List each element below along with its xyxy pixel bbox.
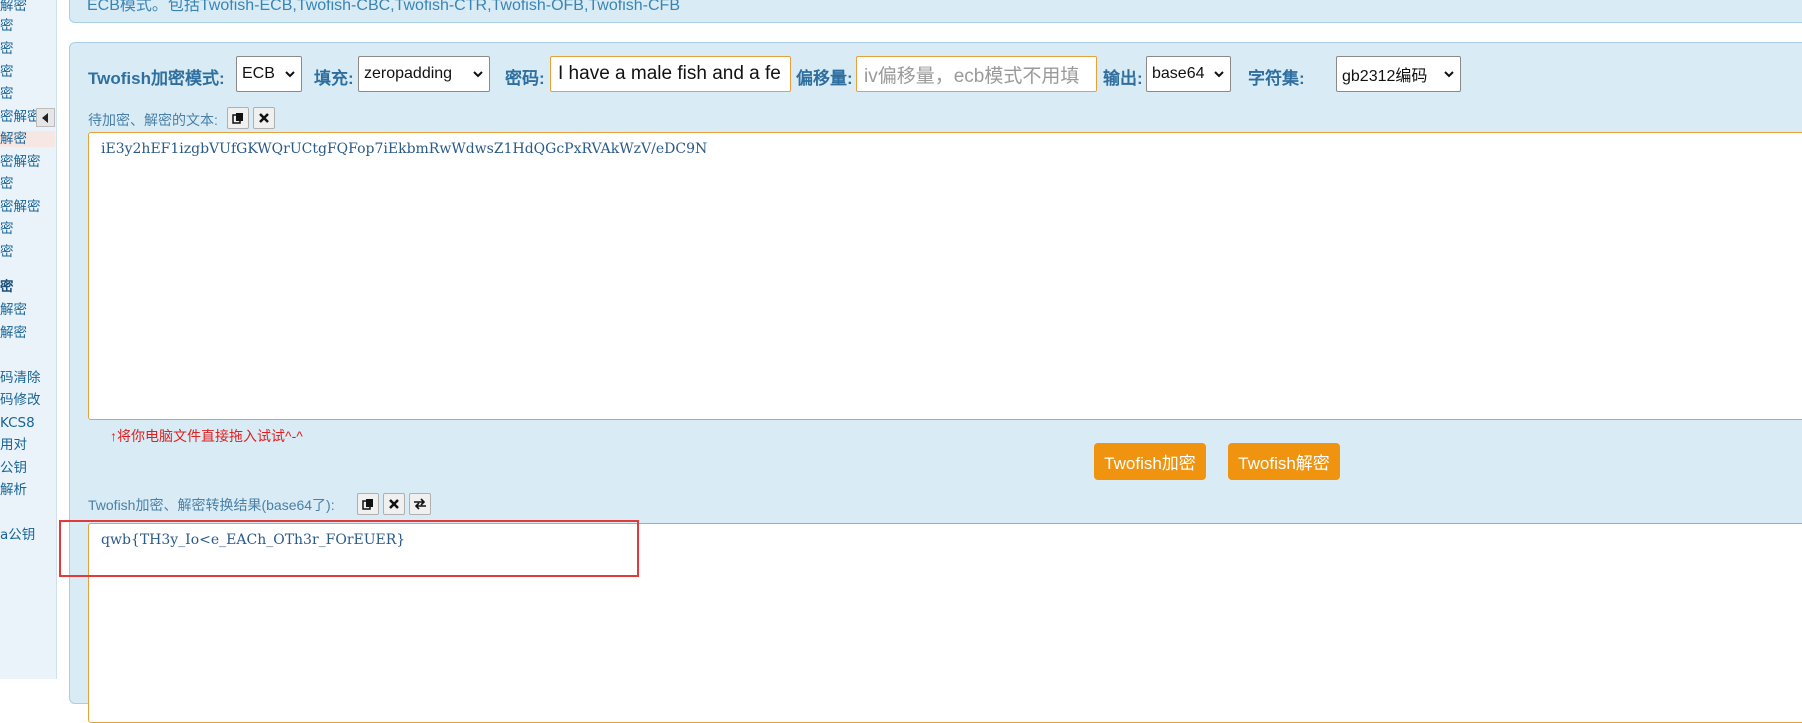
input-text-label: 待加密、解密的文本:	[88, 112, 218, 128]
password-input[interactable]: I have a male fish and a fe	[550, 56, 791, 92]
drag-file-hint: ↑将你电脑文件直接拖入试试^-^	[110, 428, 303, 444]
sidebar-item[interactable]: 码修改	[0, 392, 41, 408]
sidebar-item[interactable]: 密	[0, 18, 14, 34]
sidebar-item[interactable]: 解密	[0, 325, 27, 341]
output-select[interactable]: base64	[1146, 56, 1231, 92]
description-text: ECB模式。包括Twofish-ECB,Twofish-CBC,Twofish-…	[87, 0, 680, 14]
sidebar-collapse-button[interactable]	[36, 108, 55, 127]
password-label: 密码:	[505, 69, 545, 88]
sidebar-section-heading[interactable]: 密	[0, 279, 14, 295]
sidebar-item[interactable]: 密	[0, 221, 14, 237]
swap-button[interactable]	[409, 493, 431, 515]
sidebar-item[interactable]: 公钥	[0, 460, 27, 476]
sidebar-item[interactable]: 用对	[0, 437, 27, 453]
sidebar-item[interactable]: 密解密	[0, 109, 41, 125]
description-panel: ECB模式。包括Twofish-ECB,Twofish-CBC,Twofish-…	[69, 0, 1802, 23]
sidebar-item-active[interactable]: 解密	[0, 131, 55, 147]
close-icon	[259, 113, 269, 123]
sidebar-item[interactable]: 解密	[0, 302, 27, 318]
padding-label: 填充:	[314, 69, 354, 88]
chevron-down-icon	[1444, 71, 1454, 78]
encrypt-button[interactable]: Twofish加密	[1094, 443, 1206, 480]
output-label: 输出:	[1103, 69, 1143, 88]
copy-input-button[interactable]	[227, 107, 249, 129]
decrypt-button[interactable]: Twofish解密	[1228, 443, 1340, 480]
output-select-value: base64	[1152, 65, 1205, 82]
sidebar-item[interactable]: 解密	[0, 0, 27, 14]
charset-select[interactable]: gb2312编码	[1336, 56, 1461, 92]
copy-output-button[interactable]	[357, 493, 379, 515]
sidebar-item[interactable]: 解析	[0, 482, 27, 498]
twofish-panel: Twofish加密模式: ECB 填充: zeropadding 密码: I h…	[69, 42, 1802, 723]
chevron-down-icon	[285, 71, 295, 78]
sidebar-item[interactable]: a公钥	[0, 527, 35, 543]
mode-label: Twofish加密模式:	[88, 69, 225, 88]
sidebar-item[interactable]: 密	[0, 64, 14, 80]
left-sidebar: 解密 密 密 密 密 密解密 解密 密解密 密 密解密 密 密 密 解密 解密 …	[0, 0, 57, 679]
padding-select[interactable]: zeropadding	[358, 56, 490, 92]
mode-select-value: ECB	[242, 65, 275, 82]
charset-label: 字符集:	[1248, 69, 1305, 88]
sidebar-item[interactable]: 密解密	[0, 154, 41, 170]
output-textarea[interactable]: qwb{TH3y_Io<e_EACh_OTh3r_FOrEUER}	[88, 523, 1802, 723]
clear-input-button[interactable]	[253, 107, 275, 129]
sidebar-item[interactable]: 密	[0, 244, 14, 260]
output-result-label: Twofish加密、解密转换结果(base64了):	[88, 497, 335, 513]
mode-select[interactable]: ECB	[236, 56, 302, 92]
copy-icon	[362, 499, 373, 510]
sidebar-item[interactable]: 密	[0, 41, 14, 57]
input-textarea[interactable]: iE3y2hEF1izgbVUfGKWQrUCtgFQFop7iEkbmRwWd…	[88, 132, 1802, 420]
clear-output-button[interactable]	[383, 493, 405, 515]
caret-left-icon	[41, 112, 48, 123]
swap-icon	[414, 498, 426, 510]
sidebar-item[interactable]: KCS8	[0, 415, 35, 431]
chevron-down-icon	[1214, 71, 1224, 78]
offset-input[interactable]: iv偏移量，ecb模式不用填	[856, 56, 1097, 92]
sidebar-item[interactable]: 密	[0, 86, 14, 102]
sidebar-item[interactable]: 密	[0, 176, 14, 192]
close-icon	[389, 499, 399, 509]
charset-select-value: gb2312编码	[1342, 68, 1428, 85]
sidebar-item[interactable]: 码清除	[0, 370, 41, 386]
padding-select-value: zeropadding	[364, 65, 453, 82]
offset-label: 偏移量:	[796, 69, 853, 88]
chevron-down-icon	[473, 71, 483, 78]
copy-icon	[232, 113, 243, 124]
sidebar-item[interactable]: 密解密	[0, 199, 41, 215]
